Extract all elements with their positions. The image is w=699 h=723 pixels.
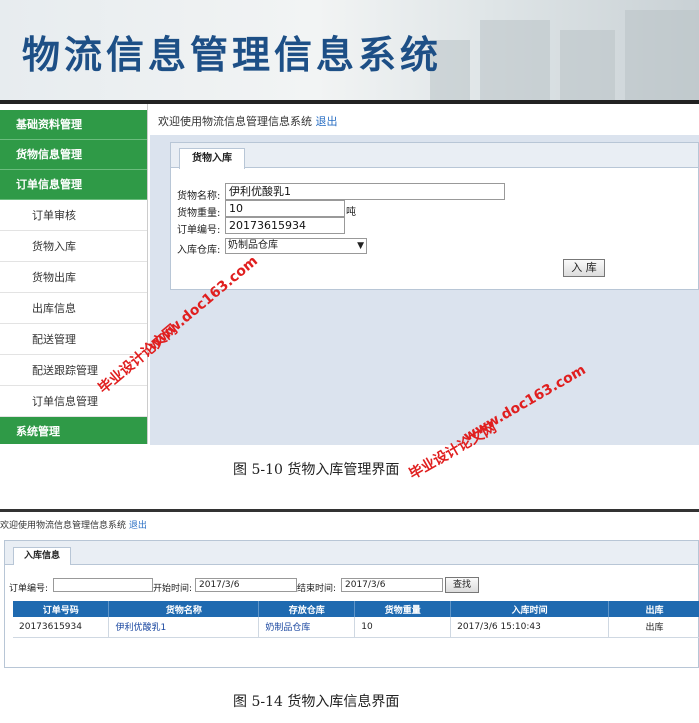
cell-order-number: 20173615934 <box>13 617 110 638</box>
sidebar-item-delivery[interactable]: 配送管理 <box>0 324 147 355</box>
figure-caption-1: 图 5-10 货物入库管理界面 <box>233 462 400 478</box>
order-number-input[interactable]: 20173615934 <box>225 217 345 234</box>
figure-caption-2: 图 5-14 货物入库信息界面 <box>233 694 400 710</box>
cell-weight: 10 <box>354 617 452 638</box>
sidebar-item-goods-outbound[interactable]: 货物出库 <box>0 262 147 293</box>
banner-building-silhouette <box>480 20 550 100</box>
start-time-label: 开始时间: <box>153 584 193 594</box>
col-goods-name: 货物名称 <box>108 601 260 617</box>
tab-goods-inbound[interactable]: 货物入库 <box>179 148 245 169</box>
tab-bar-2: 入库信息 <box>5 541 698 565</box>
inbound-submit-button[interactable]: 入 库 <box>563 259 605 277</box>
weight-unit-label: 吨 <box>346 207 356 218</box>
welcome-bar-2: 欢迎使用物流信息管理信息系统 退出 <box>0 518 147 531</box>
inbound-info-panel: 入库信息 订单编号: 开始时间: 2017/3/6 结束时间: 2017/3/6… <box>4 540 699 668</box>
sidebar-item-goods-inbound[interactable]: 货物入库 <box>0 231 147 262</box>
app-title: 物流信息管理信息系统 <box>22 33 443 77</box>
end-time-input[interactable]: 2017/3/6 <box>341 578 443 592</box>
sidebar-item-order-review[interactable]: 订单审核 <box>0 200 147 231</box>
col-warehouse: 存放仓库 <box>258 601 356 617</box>
goods-name-input[interactable]: 伊利优酸乳1 <box>225 183 505 200</box>
warehouse-select[interactable]: 奶制品仓库 ▼ <box>225 238 367 254</box>
cell-warehouse[interactable]: 奶制品仓库 <box>258 617 356 638</box>
inbound-table: 订单号码 货物名称 存放仓库 货物重量 入库时间 出库 20173615934 … <box>13 601 699 638</box>
tab-bar: 货物入库 <box>171 143 698 169</box>
outbound-action-link[interactable]: 出库 <box>608 617 699 638</box>
warehouse-selected-value: 奶制品仓库 <box>228 240 278 251</box>
logout-link-2[interactable]: 退出 <box>129 521 147 531</box>
logout-link[interactable]: 退出 <box>316 115 338 128</box>
chevron-down-icon: ▼ <box>357 241 364 251</box>
cell-inbound-time: 2017/3/6 15:10:43 <box>450 617 610 638</box>
goods-weight-input[interactable]: 10 <box>225 200 345 217</box>
col-outbound: 出库 <box>608 601 699 617</box>
welcome-text: 欢迎使用物流信息管理信息系统 <box>158 115 312 128</box>
sidebar: 基础资料管理 货物信息管理 订单信息管理 订单审核 货物入库 货物出库 出库信息… <box>0 104 148 444</box>
welcome-text-2: 欢迎使用物流信息管理信息系统 <box>0 521 127 531</box>
tab-inbound-info[interactable]: 入库信息 <box>13 547 72 565</box>
welcome-bar: 欢迎使用物流信息管理信息系统 退出 <box>158 113 338 129</box>
col-order-number: 订单号码 <box>13 601 110 617</box>
sidebar-group-basic-data[interactable]: 基础资料管理 <box>0 110 147 140</box>
sidebar-group-goods-info[interactable]: 货物信息管理 <box>0 140 147 170</box>
cell-goods-name[interactable]: 伊利优酸乳1 <box>108 617 260 638</box>
search-order-label: 订单编号: <box>9 584 49 594</box>
table-header-row: 订单号码 货物名称 存放仓库 货物重量 入库时间 出库 <box>13 601 699 617</box>
sidebar-item-outbound-info[interactable]: 出库信息 <box>0 293 147 324</box>
search-order-input[interactable] <box>53 578 153 592</box>
banner-building-silhouette <box>625 10 699 100</box>
table-row: 20173615934 伊利优酸乳1 奶制品仓库 10 2017/3/6 15:… <box>13 617 699 638</box>
col-weight: 货物重量 <box>354 601 452 617</box>
sidebar-item-order-management[interactable]: 订单信息管理 <box>0 386 147 417</box>
start-time-input[interactable]: 2017/3/6 <box>195 578 297 592</box>
sidebar-group-order-info[interactable]: 订单信息管理 <box>0 170 147 200</box>
goods-weight-label: 货物重量: <box>177 208 221 219</box>
warehouse-label: 入库仓库: <box>177 245 221 256</box>
sidebar-group-system[interactable]: 系统管理 <box>0 417 147 444</box>
end-time-label: 结束时间: <box>297 584 337 594</box>
order-number-label: 订单编号: <box>177 225 221 236</box>
col-inbound-time: 入库时间 <box>450 601 610 617</box>
banner-building-silhouette <box>560 30 615 100</box>
search-button[interactable]: 查找 <box>445 577 479 593</box>
goods-name-label: 货物名称: <box>177 191 221 202</box>
